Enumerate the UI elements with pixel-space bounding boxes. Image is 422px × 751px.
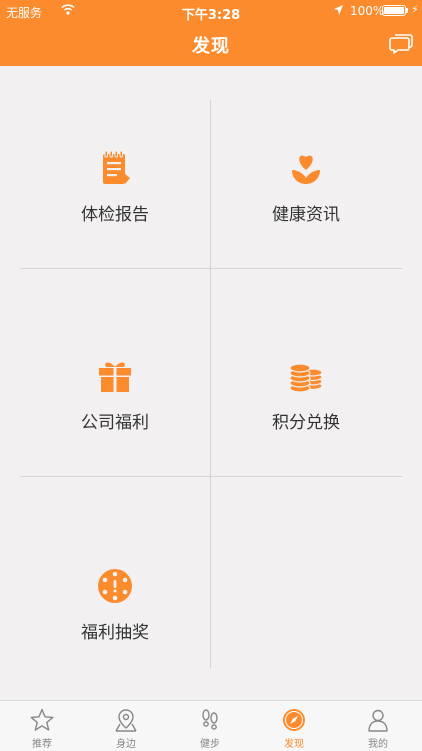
- tab-bar: 推荐 身边 健步 发现 我的: [0, 700, 422, 751]
- tab-label: 我的: [368, 739, 388, 750]
- grid-item-checkup-report[interactable]: 体检报告: [20, 148, 210, 225]
- tab-recommend[interactable]: 推荐: [0, 701, 84, 751]
- tab-label: 身边: [116, 739, 136, 750]
- tab-nearby[interactable]: 身边: [84, 701, 168, 751]
- tab-label: 健步: [200, 739, 220, 750]
- battery-cap: [406, 8, 408, 13]
- coins-stack-icon: [286, 356, 326, 396]
- grid-item-health-news[interactable]: 健康资讯: [211, 148, 401, 225]
- grid-divider-horizontal: [20, 268, 402, 269]
- grid-item-label: 福利抽奖: [81, 623, 149, 643]
- tab-discover[interactable]: 发现: [252, 701, 336, 751]
- footprints-icon: [202, 709, 218, 730]
- location-arrow-icon: [333, 4, 344, 19]
- grid-item-points-exchange[interactable]: 积分兑换: [211, 356, 401, 433]
- tab-label: 推荐: [32, 739, 52, 750]
- grid-item-label: 健康资讯: [272, 205, 340, 225]
- notepad-icon: [95, 148, 135, 188]
- heart-flower-icon: [286, 148, 326, 188]
- chat-button[interactable]: [388, 30, 414, 56]
- lottery-wheel-icon: [95, 566, 135, 606]
- grid-item-label: 公司福利: [81, 413, 149, 433]
- star-icon: [30, 708, 54, 731]
- grid-item-label: 体检报告: [81, 205, 149, 225]
- header: 无服务 下午3:28 100% ⚡ 发现: [0, 0, 422, 66]
- charging-bolt-icon: ⚡: [411, 3, 419, 16]
- person-icon: [368, 709, 388, 732]
- page-title: 发现: [192, 36, 230, 57]
- gift-icon: [95, 356, 135, 396]
- grid-item-lottery[interactable]: 福利抽奖: [20, 566, 210, 643]
- battery-icon: [382, 5, 406, 16]
- discover-grid: 体检报告 健康资讯 公司福利 积分兑换 福利抽奖: [20, 100, 402, 668]
- tab-mine[interactable]: 我的: [336, 701, 420, 751]
- tab-label: 发现: [284, 739, 304, 750]
- tab-walk[interactable]: 健步: [168, 701, 252, 751]
- grid-item-company-benefits[interactable]: 公司福利: [20, 356, 210, 433]
- compass-icon: [283, 709, 305, 731]
- chat-bubbles-icon: [389, 34, 413, 54]
- map-pin-icon: [115, 709, 137, 732]
- grid-divider-horizontal: [20, 476, 402, 477]
- grid-item-label: 积分兑换: [272, 413, 340, 433]
- status-bar: 无服务 下午3:28 100% ⚡: [0, 0, 422, 23]
- battery-percent: 100%: [350, 4, 385, 18]
